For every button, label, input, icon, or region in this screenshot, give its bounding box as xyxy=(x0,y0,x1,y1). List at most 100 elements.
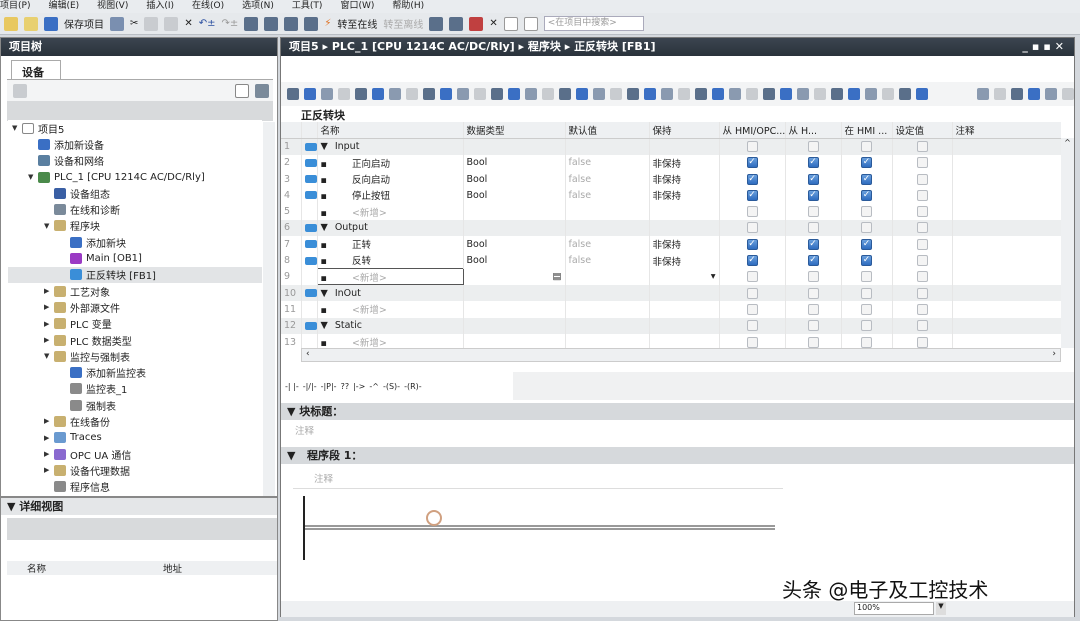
ladder-rung[interactable] xyxy=(305,525,775,530)
default-value-cell[interactable] xyxy=(565,138,650,155)
editor-tool-icon[interactable] xyxy=(695,88,707,100)
checkbox[interactable]: ✓ xyxy=(807,157,819,169)
comment-cell[interactable] xyxy=(952,138,1061,155)
name-cell[interactable]: ▪ 停止按钮 xyxy=(317,187,464,204)
open-project-icon[interactable] xyxy=(24,16,38,31)
tree-item[interactable]: ▶ 外部源文件 xyxy=(8,299,262,315)
editor-tool-icon[interactable] xyxy=(593,88,605,100)
menu-item[interactable]: 插入(I) xyxy=(146,0,174,13)
split-vertical-icon[interactable] xyxy=(523,16,538,31)
editor-tool-icon[interactable] xyxy=(994,88,1006,100)
start-cpu-icon[interactable] xyxy=(449,16,464,31)
name-cell[interactable]: ▪ 反向启动 xyxy=(317,170,464,188)
name-cell[interactable]: ▼ InOut xyxy=(317,284,464,302)
name-cell[interactable]: ▼ Output xyxy=(317,219,464,237)
data-type-cell[interactable] xyxy=(463,219,566,237)
name-cell[interactable]: ▪ 正转 xyxy=(317,236,464,253)
table-row[interactable]: 10 ▼ InOut xyxy=(281,284,1061,302)
comment-cell[interactable] xyxy=(952,187,1061,204)
editor-tool-icon[interactable] xyxy=(1028,88,1040,100)
close-icon[interactable]: ✕ xyxy=(489,18,497,29)
checkbox[interactable] xyxy=(916,206,928,218)
data-type-cell[interactable] xyxy=(463,284,566,302)
checkbox[interactable]: ✓ xyxy=(746,189,758,201)
print-icon[interactable] xyxy=(110,16,124,31)
tree-item[interactable]: 设备和网络 xyxy=(8,153,262,169)
expand-arrow-icon[interactable]: ▶ xyxy=(44,417,54,425)
tab-devices[interactable]: 设备 xyxy=(11,60,61,79)
name-cell[interactable]: ▪ 反转 xyxy=(317,252,464,269)
editor-tool-icon[interactable] xyxy=(508,88,520,100)
table-row[interactable]: 13 ▪ <新增> xyxy=(281,333,1061,348)
expand-arrow-icon[interactable]: ▶ xyxy=(44,434,54,442)
tree-item[interactable]: 设备组态 xyxy=(8,185,262,201)
default-value-cell[interactable]: false xyxy=(565,236,650,253)
block-title-bar[interactable]: ▼ 块标题： xyxy=(281,403,1074,420)
default-value-cell[interactable]: false xyxy=(565,187,650,204)
editor-tool-icon[interactable] xyxy=(1011,88,1023,100)
retain-cell[interactable] xyxy=(649,138,720,155)
checkbox[interactable] xyxy=(861,336,872,348)
retain-cell[interactable] xyxy=(649,219,720,237)
editor-tool-icon[interactable] xyxy=(372,88,384,100)
column-header[interactable]: 保持 xyxy=(649,122,720,139)
comment-cell[interactable] xyxy=(952,252,1061,269)
data-type-cell[interactable]: Bool xyxy=(463,187,566,204)
tree-item[interactable]: ▶ PLC 数据类型 xyxy=(8,332,262,348)
section-arrow-icon[interactable]: ▼ xyxy=(321,222,331,233)
editor-tool-icon[interactable] xyxy=(746,88,758,100)
tree-item[interactable]: 添加新监控表 xyxy=(8,364,262,380)
checkbox[interactable] xyxy=(807,320,819,332)
horizontal-scrollbar[interactable]: ‹ › xyxy=(301,348,1061,362)
checkbox[interactable] xyxy=(861,222,872,234)
tree-item[interactable]: ▶ 设备代理数据 xyxy=(8,462,262,478)
table-row[interactable]: 1 ▼ Input xyxy=(281,138,1061,155)
vertical-scrollbar[interactable]: ^ xyxy=(1061,138,1074,348)
tree-item[interactable]: 监控表_1 xyxy=(8,381,262,397)
editor-tool-icon[interactable] xyxy=(440,88,452,100)
checkbox[interactable] xyxy=(916,238,928,250)
reset-coil-icon[interactable]: -(R)- xyxy=(404,382,422,391)
checkbox[interactable] xyxy=(861,206,872,218)
editor-tool-icon[interactable] xyxy=(474,88,486,100)
checkbox[interactable]: ✓ xyxy=(746,157,758,169)
editor-tool-icon[interactable] xyxy=(610,88,622,100)
retain-cell[interactable] xyxy=(649,301,720,318)
column-address[interactable]: 地址 xyxy=(163,561,182,575)
retain-cell[interactable]: 非保持 xyxy=(649,236,720,253)
editor-tool-icon[interactable] xyxy=(916,88,928,100)
editor-tool-icon[interactable] xyxy=(1045,88,1057,100)
cut-icon[interactable]: ✂ xyxy=(130,18,138,29)
column-header[interactable]: 设定值 xyxy=(892,122,953,139)
default-value-cell[interactable]: false xyxy=(565,154,650,171)
collapse-arrow-icon[interactable]: ▼ xyxy=(44,222,54,230)
set-coil-icon[interactable]: -(S)- xyxy=(383,382,400,391)
editor-tool-icon[interactable] xyxy=(814,88,826,100)
editor-tool-icon[interactable] xyxy=(423,88,435,100)
table-row[interactable]: 7 ▪ 正转 Bool false 非保持 ✓ ✓ ✓ xyxy=(281,236,1061,253)
expand-arrow-icon[interactable]: ▶ xyxy=(44,320,54,328)
section-arrow-icon[interactable]: ▼ xyxy=(321,320,331,331)
new-project-icon[interactable] xyxy=(4,16,18,31)
editor-tool-icon[interactable] xyxy=(287,88,299,100)
editor-tool-icon[interactable] xyxy=(678,88,690,100)
column-header[interactable]: 在 HMI ... xyxy=(841,122,893,139)
retain-dropdown-icon[interactable]: ▾ xyxy=(711,271,718,282)
checkbox[interactable] xyxy=(807,336,819,348)
close-branch-icon[interactable]: -^ xyxy=(369,382,379,391)
section-arrow-icon[interactable]: ▼ xyxy=(321,288,331,299)
table-row[interactable]: 5 ▪ <新增> xyxy=(281,203,1061,220)
breadcrumb-item[interactable]: 程序块 xyxy=(528,40,561,53)
checkbox[interactable] xyxy=(746,222,758,234)
tree-item[interactable]: 程序信息 xyxy=(8,479,262,494)
tree-item[interactable]: ▶ 在线备份 xyxy=(8,413,262,429)
retain-cell[interactable]: ▾ xyxy=(649,268,720,285)
menu-item[interactable]: 工具(T) xyxy=(292,0,323,13)
editor-tool-icon[interactable] xyxy=(355,88,367,100)
checkbox[interactable]: ✓ xyxy=(746,238,758,250)
upload-icon[interactable] xyxy=(284,16,299,31)
tree-item[interactable]: ▼ 程序块 xyxy=(8,218,262,234)
editor-tool-icon[interactable] xyxy=(406,88,418,100)
checkbox[interactable] xyxy=(746,336,758,348)
checkbox[interactable]: ✓ xyxy=(746,255,758,267)
